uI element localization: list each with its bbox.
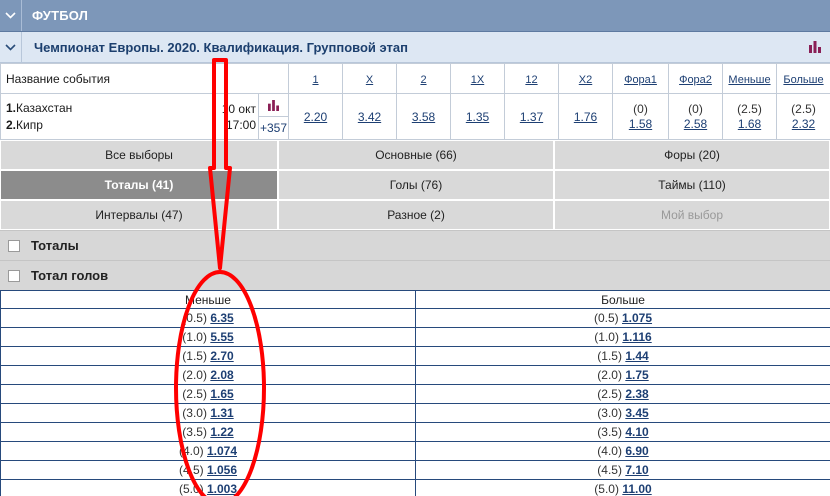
over-cell[interactable]: (4.0) 6.90: [415, 441, 830, 461]
market-tabs: Все выборы Основные (66) Форы (20) Тотал…: [0, 140, 830, 230]
under-cell[interactable]: (4.5) 1.056: [0, 460, 416, 480]
under-cell[interactable]: (0.5) 6.35: [0, 308, 416, 328]
league-title: Чемпионат Европы. 2020. Квалификация. Гр…: [34, 39, 408, 55]
sport-title: ФУТБОЛ: [32, 8, 89, 23]
col-header-x2[interactable]: X2: [558, 63, 613, 94]
over-header: Больше: [415, 290, 830, 309]
tab-all[interactable]: Все выборы: [0, 140, 278, 170]
section-title: Тоталы: [31, 238, 79, 253]
event-row: 1.Казахстан 2.Кипр 10 окт 17:00 +357 2.2…: [0, 93, 830, 140]
under-cell[interactable]: (3.5) 1.22: [0, 422, 416, 442]
table-row: (0.5) 6.35 (0.5) 1.075: [0, 308, 830, 328]
odds-header-row: Название события 1 X 2 1X 12 X2 Фора1 Фо…: [0, 63, 830, 94]
over-cell[interactable]: (0.5) 1.075: [415, 308, 830, 328]
under-cell[interactable]: (1.0) 5.55: [0, 327, 416, 347]
over-cell[interactable]: (4.5) 7.10: [415, 460, 830, 480]
col-header-fora2[interactable]: Фора2: [668, 63, 723, 94]
odd-1[interactable]: 2.20: [288, 93, 343, 140]
over-cell[interactable]: (3.5) 4.10: [415, 422, 830, 442]
chevron-down-icon[interactable]: [0, 32, 22, 62]
tab-intervals[interactable]: Интервалы (47): [0, 200, 278, 230]
odd-under[interactable]: (2.5) 1.68: [722, 93, 777, 140]
section-checkbox[interactable]: [8, 269, 20, 282]
table-row: (4.5) 1.056 (4.5) 7.10: [0, 460, 830, 480]
odd-2[interactable]: 3.58: [396, 93, 451, 140]
sport-header[interactable]: ФУТБОЛ: [0, 0, 830, 32]
odd-1x[interactable]: 1.35: [450, 93, 505, 140]
over-cell[interactable]: (1.5) 1.44: [415, 346, 830, 366]
odd-12[interactable]: 1.37: [504, 93, 559, 140]
under-cell[interactable]: (4.0) 1.074: [0, 441, 416, 461]
odds-table: Название события 1 X 2 1X 12 X2 Фора1 Фо…: [0, 63, 830, 140]
col-header-2[interactable]: 2: [396, 63, 451, 94]
tab-misc[interactable]: Разное (2): [278, 200, 554, 230]
table-row: (5.0) 1.003 (5.0) 11.00: [0, 479, 830, 496]
tab-goals[interactable]: Голы (76): [278, 170, 554, 200]
over-cell[interactable]: (5.0) 11.00: [415, 479, 830, 496]
col-header-12[interactable]: 12: [504, 63, 559, 94]
more-markets-link[interactable]: +357: [259, 117, 288, 139]
tab-handicaps[interactable]: Форы (20): [554, 140, 830, 170]
table-row: (2.5) 1.65 (2.5) 2.38: [0, 384, 830, 404]
col-header-over[interactable]: Больше: [776, 63, 830, 94]
under-cell[interactable]: (2.5) 1.65: [0, 384, 416, 404]
under-header: Меньше: [0, 290, 416, 309]
table-row: (3.5) 1.22 (3.5) 4.10: [0, 422, 830, 442]
col-header-fora1[interactable]: Фора1: [612, 63, 669, 94]
event-teams[interactable]: 1.Казахстан 2.Кипр: [0, 93, 215, 140]
section-title: Тотал голов: [31, 268, 109, 283]
odd-x[interactable]: 3.42: [342, 93, 397, 140]
tab-main[interactable]: Основные (66): [278, 140, 554, 170]
event-name-header: Название события: [0, 63, 289, 94]
section-total-goals[interactable]: Тотал голов: [0, 260, 830, 290]
over-cell[interactable]: (3.0) 3.45: [415, 403, 830, 423]
bar-chart-icon[interactable]: [800, 32, 830, 62]
col-header-1[interactable]: 1: [288, 63, 343, 94]
table-row: (1.5) 2.70 (1.5) 1.44: [0, 346, 830, 366]
odd-x2[interactable]: 1.76: [558, 93, 613, 140]
under-cell[interactable]: (1.5) 2.70: [0, 346, 416, 366]
section-totals[interactable]: Тоталы: [0, 230, 830, 260]
event-datetime: 10 окт 17:00: [214, 93, 259, 140]
under-cell[interactable]: (5.0) 1.003: [0, 479, 416, 496]
col-header-1x[interactable]: 1X: [450, 63, 505, 94]
over-cell[interactable]: (2.0) 1.75: [415, 365, 830, 385]
table-row: (3.0) 1.31 (3.0) 3.45: [0, 403, 830, 423]
bar-chart-icon[interactable]: [259, 95, 288, 117]
odd-fora1[interactable]: (0) 1.58: [612, 93, 669, 140]
event-stats-cell[interactable]: +357: [258, 93, 289, 140]
over-cell[interactable]: (1.0) 1.116: [415, 327, 830, 347]
odd-over[interactable]: (2.5) 2.32: [776, 93, 830, 140]
col-header-under[interactable]: Меньше: [722, 63, 777, 94]
table-row: (2.0) 2.08 (2.0) 1.75: [0, 365, 830, 385]
team2-name[interactable]: Кипр: [16, 118, 43, 132]
col-header-x[interactable]: X: [342, 63, 397, 94]
under-cell[interactable]: (3.0) 1.31: [0, 403, 416, 423]
under-cell[interactable]: (2.0) 2.08: [0, 365, 416, 385]
table-row: (4.0) 1.074 (4.0) 6.90: [0, 441, 830, 461]
chevron-down-icon[interactable]: [0, 0, 22, 31]
league-header[interactable]: Чемпионат Европы. 2020. Квалификация. Гр…: [0, 32, 830, 63]
table-row: (1.0) 5.55 (1.0) 1.116: [0, 327, 830, 347]
tab-halves[interactable]: Таймы (110): [554, 170, 830, 200]
total-goals-table: Меньше Больше (0.5) 6.35 (0.5) 1.075 (1.…: [0, 290, 830, 496]
over-cell[interactable]: (2.5) 2.38: [415, 384, 830, 404]
tab-totals[interactable]: Тоталы (41): [0, 170, 278, 200]
odd-fora2[interactable]: (0) 2.58: [668, 93, 723, 140]
section-checkbox[interactable]: [8, 239, 20, 252]
team1-name[interactable]: Казахстан: [16, 101, 72, 115]
tab-my-choice[interactable]: Мой выбор: [554, 200, 830, 230]
